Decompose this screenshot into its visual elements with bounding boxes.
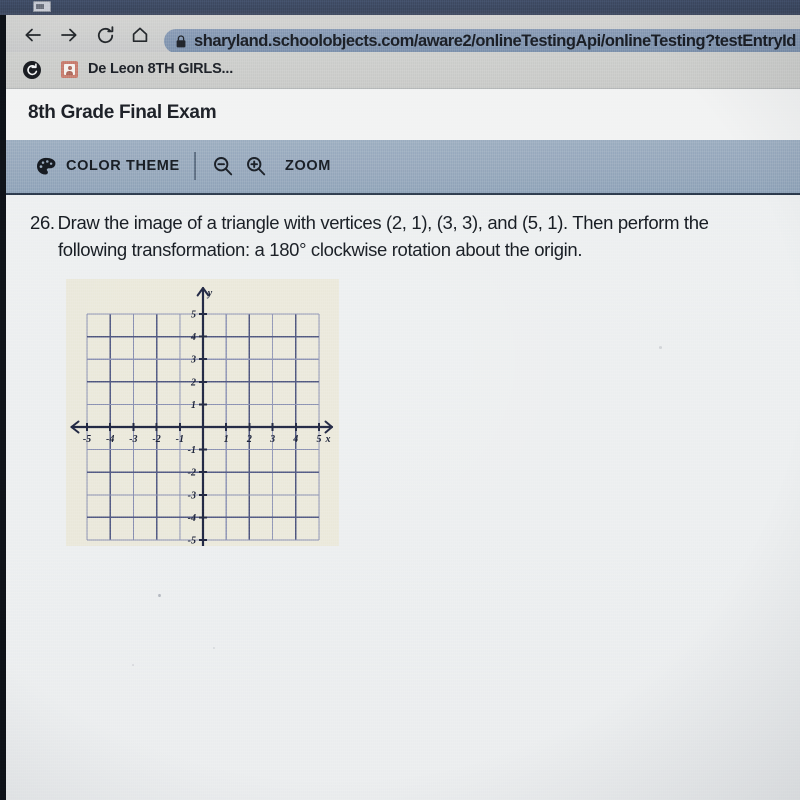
photographed-screen: sharyland.schoolobjects.com/aware2/onlin… xyxy=(0,0,800,800)
y-tick-label: -4 xyxy=(188,513,196,524)
x-tick-label: 4 xyxy=(292,434,298,445)
toolbar-divider xyxy=(194,152,196,180)
zoom-label: ZOOM xyxy=(285,158,331,174)
bookmarks-bar: De Leon 8TH GIRLS... xyxy=(6,52,800,89)
home-icon[interactable] xyxy=(129,24,151,46)
y-tick-label: 3 xyxy=(190,355,196,366)
x-tick-label: -4 xyxy=(106,434,114,445)
x-tick-label: 3 xyxy=(269,434,275,445)
palette-icon xyxy=(36,157,56,176)
browser-navigation-bar: sharyland.schoolobjects.com/aware2/onlin… xyxy=(6,15,800,53)
dust-speck xyxy=(158,594,161,597)
question-line-2: following transformation: a 180° clockwi… xyxy=(58,239,583,260)
person-badge-icon[interactable] xyxy=(61,61,78,78)
bookmark-label-de-leon[interactable]: De Leon 8TH GIRLS... xyxy=(88,61,233,77)
y-tick-label: -1 xyxy=(188,445,196,456)
question-line-1: 26. Draw the image of a triangle with ver… xyxy=(30,209,780,236)
dust-speck xyxy=(132,664,134,666)
y-tick-label: 1 xyxy=(191,400,196,411)
y-axis-label: y xyxy=(207,288,213,299)
color-theme-label: COLOR THEME xyxy=(66,158,180,174)
forward-arrow-icon[interactable] xyxy=(58,24,80,46)
lock-icon xyxy=(176,34,186,48)
y-tick-label: -3 xyxy=(188,490,196,501)
person-glyph xyxy=(64,64,75,75)
back-arrow-icon[interactable] xyxy=(22,24,44,46)
dust-speck xyxy=(659,346,662,349)
address-bar[interactable]: sharyland.schoolobjects.com/aware2/onlin… xyxy=(164,29,800,53)
browser-tab[interactable] xyxy=(33,1,51,12)
y-tick-label: 2 xyxy=(190,377,196,388)
question-number: 26. xyxy=(30,212,55,233)
page-title: 8th Grade Final Exam xyxy=(28,102,217,123)
coordinate-plane-svg: -5 -4 -3 -2 -1 1 2 3 4 5 5 4 3 2 1 -1 -2… xyxy=(70,286,334,547)
x-tick-label: -2 xyxy=(152,434,160,445)
color-theme-button[interactable]: COLOR THEME xyxy=(36,154,180,178)
magnifier-minus-icon[interactable] xyxy=(212,155,234,177)
y-tick-label: 5 xyxy=(191,310,196,321)
question-line-1-text: Draw the image of a triangle with vertic… xyxy=(57,212,709,233)
exam-page: 8th Grade Final Exam COLOR THEME ZOOM 26… xyxy=(6,88,800,800)
browser-tab-strip xyxy=(0,0,800,15)
profile-circle-icon[interactable] xyxy=(23,61,41,79)
x-axis-label: x xyxy=(325,434,331,445)
exam-header: 8th Grade Final Exam xyxy=(6,88,800,140)
magnifier-plus-icon[interactable] xyxy=(245,155,267,177)
exam-toolbar: COLOR THEME ZOOM xyxy=(6,140,800,195)
y-tick-label: 4 xyxy=(190,332,196,343)
x-tick-label: 5 xyxy=(317,434,322,445)
y-tick-label: -2 xyxy=(188,468,196,479)
coordinate-plane-figure: -5 -4 -3 -2 -1 1 2 3 4 5 5 4 3 2 1 -1 -2… xyxy=(66,279,339,546)
x-tick-label: 2 xyxy=(246,434,252,445)
url-text: sharyland.schoolobjects.com/aware2/onlin… xyxy=(194,31,796,50)
x-tick-label: -5 xyxy=(83,434,91,445)
reload-icon[interactable] xyxy=(94,24,116,46)
zoom-controls: ZOOM xyxy=(212,154,331,178)
x-tick-label: 1 xyxy=(224,434,229,445)
dust-speck xyxy=(213,647,215,649)
y-tick-label: -5 xyxy=(188,536,196,547)
x-tick-label: -3 xyxy=(129,434,137,445)
x-tick-label: -1 xyxy=(176,434,184,445)
